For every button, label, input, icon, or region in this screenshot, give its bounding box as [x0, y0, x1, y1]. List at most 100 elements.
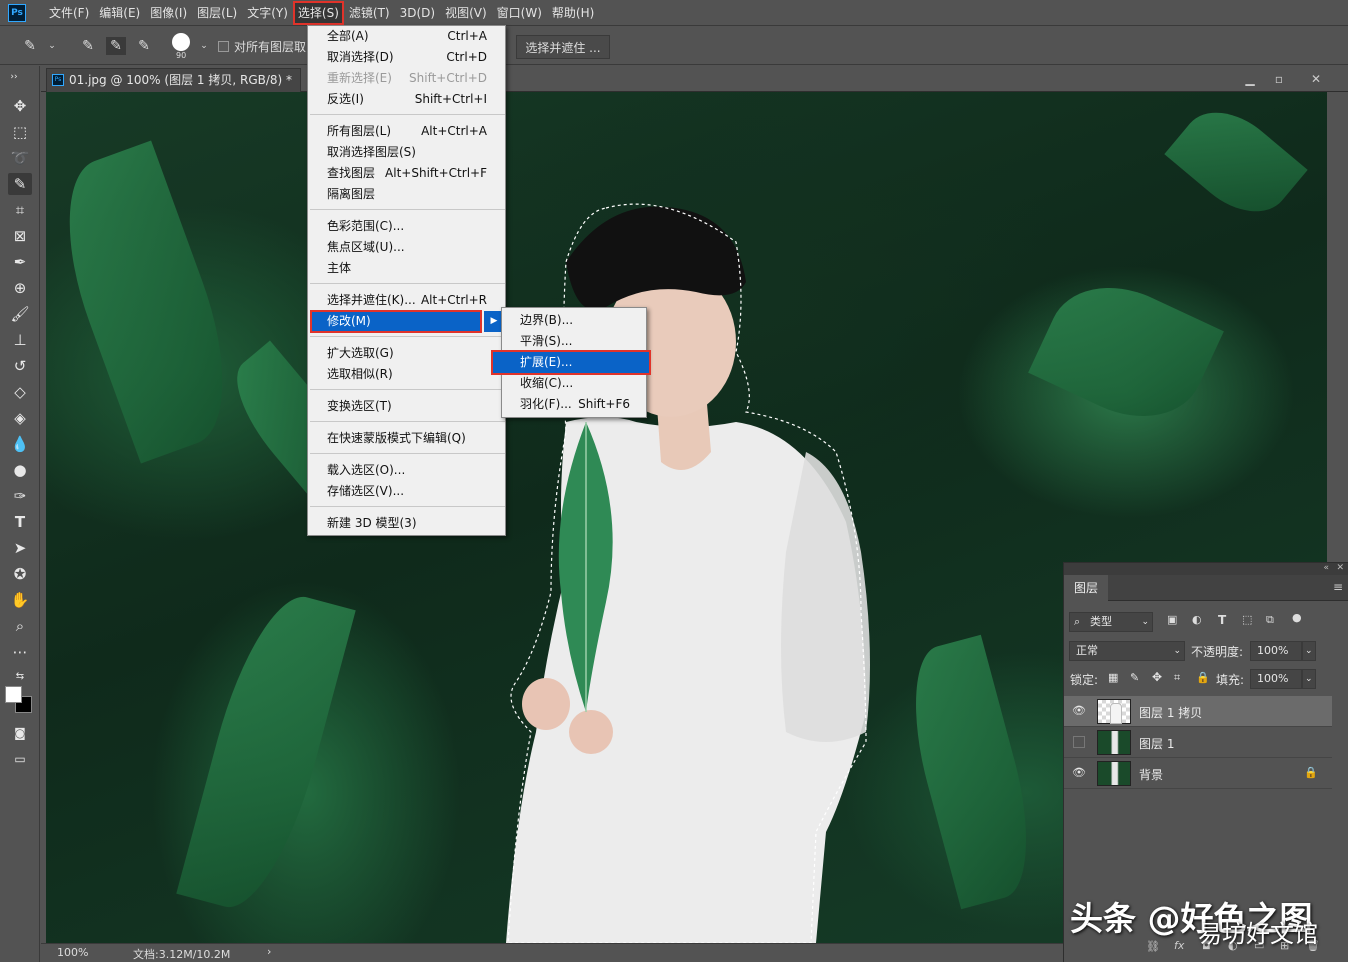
- submenu-item-border[interactable]: 边界(B)...: [502, 310, 646, 331]
- menu-type[interactable]: 文字(Y): [242, 1, 293, 25]
- menu-item-inverse[interactable]: 反选(I) Shift+Ctrl+I: [308, 89, 505, 110]
- quick-mask-icon[interactable]: ◙: [8, 722, 32, 744]
- move-tool-icon[interactable]: ✥: [8, 95, 32, 117]
- path-selection-tool-icon[interactable]: ➤: [8, 537, 32, 559]
- status-arrow-icon[interactable]: ›: [267, 945, 271, 958]
- menu-item-color-range[interactable]: 色彩范围(C)...: [308, 216, 505, 237]
- quick-selection-tool-icon[interactable]: ✎: [8, 173, 32, 195]
- lasso-tool-icon[interactable]: ➰: [8, 147, 32, 169]
- visibility-eye-icon[interactable]: 👁: [1072, 704, 1086, 718]
- sample-all-layers-checkbox[interactable]: [218, 41, 229, 52]
- pen-tool-icon[interactable]: ✑: [8, 485, 32, 507]
- visibility-toggle-empty[interactable]: [1073, 736, 1085, 748]
- hand-tool-icon[interactable]: ✋: [8, 589, 32, 611]
- blend-mode-select[interactable]: 正常 ⌄: [1069, 641, 1185, 661]
- healing-brush-tool-icon[interactable]: ⊕: [8, 277, 32, 299]
- dodge-tool-icon[interactable]: ●: [8, 459, 32, 481]
- brush-tool-icon[interactable]: 🖌: [8, 303, 32, 325]
- filter-toggle-icon[interactable]: ●: [1292, 611, 1302, 624]
- select-and-mask-button[interactable]: 选择并遮住 ...: [516, 35, 610, 59]
- eyedropper-tool-icon[interactable]: ✒: [8, 251, 32, 273]
- history-brush-tool-icon[interactable]: ↺: [8, 355, 32, 377]
- brush-chevron-down-icon[interactable]: ⌄: [194, 37, 214, 55]
- paint-bucket-tool-icon[interactable]: ◈: [8, 407, 32, 429]
- lock-pixels-icon[interactable]: ✎: [1130, 671, 1139, 684]
- menu-item-find-layers[interactable]: 查找图层 Alt+Shift+Ctrl+F: [308, 163, 505, 184]
- menu-item-focus-area[interactable]: 焦点区域(U)...: [308, 237, 505, 258]
- menu-layer[interactable]: 图层(L): [192, 1, 242, 25]
- frame-tool-icon[interactable]: ⊠: [8, 225, 32, 247]
- layer-name[interactable]: 图层 1 拷贝: [1139, 704, 1202, 721]
- menu-filter[interactable]: 滤镜(T): [344, 1, 395, 25]
- link-icon[interactable]: ⛓: [1146, 940, 1160, 953]
- menu-item-quick-mask[interactable]: 在快速蒙版模式下编辑(Q): [308, 428, 505, 449]
- visibility-eye-icon[interactable]: 👁: [1072, 766, 1086, 780]
- filter-adjustment-icon[interactable]: ◐: [1192, 613, 1202, 626]
- submenu-item-expand[interactable]: 扩展(E)...: [491, 350, 651, 375]
- collapse-icon[interactable]: ››: [2, 66, 26, 88]
- collapse-panel-icon[interactable]: «: [1323, 563, 1329, 573]
- shape-tool-icon[interactable]: ✪: [8, 563, 32, 585]
- close-icon[interactable]: ✕: [1307, 70, 1325, 88]
- new-selection-icon[interactable]: ✎: [78, 37, 98, 55]
- maximize-icon[interactable]: ▫: [1270, 70, 1288, 88]
- menu-view[interactable]: 视图(V): [440, 1, 492, 25]
- layer-name[interactable]: 背景: [1139, 766, 1163, 783]
- layer-row[interactable]: 图层 1: [1064, 727, 1332, 758]
- menu-item-transform-selection[interactable]: 变换选区(T): [308, 396, 505, 417]
- zoom-tool-icon[interactable]: ⌕: [8, 615, 32, 637]
- menu-item-grow[interactable]: 扩大选取(G): [308, 343, 505, 364]
- menu-item-all-layers[interactable]: 所有图层(L) Alt+Ctrl+A: [308, 121, 505, 142]
- add-to-selection-icon[interactable]: ✎: [106, 37, 126, 55]
- layer-name[interactable]: 图层 1: [1139, 735, 1174, 752]
- menu-item-isolate-layers[interactable]: 隔离图层: [308, 184, 505, 205]
- eraser-tool-icon[interactable]: ◇: [8, 381, 32, 403]
- screen-mode-icon[interactable]: ▭: [8, 748, 32, 770]
- clone-stamp-tool-icon[interactable]: ⊥: [8, 329, 32, 351]
- brush-preview-icon[interactable]: [172, 33, 190, 51]
- menu-item-modify[interactable]: 修改(M): [310, 310, 482, 333]
- menu-help[interactable]: 帮助(H): [547, 1, 599, 25]
- menu-item-deselect-layers[interactable]: 取消选择图层(S): [308, 142, 505, 163]
- subtract-from-selection-icon[interactable]: ✎: [134, 37, 154, 55]
- menu-item-deselect[interactable]: 取消选择(D) Ctrl+D: [308, 47, 505, 68]
- menu-image[interactable]: 图像(I): [145, 1, 192, 25]
- close-panel-icon[interactable]: ✕: [1336, 563, 1344, 573]
- submenu-item-feather[interactable]: 羽化(F)... Shift+F6: [502, 394, 646, 415]
- menu-item-subject[interactable]: 主体: [308, 258, 505, 279]
- layer-filter-select[interactable]: ⌕ 类型 ⌄: [1069, 612, 1153, 632]
- filter-type-icon[interactable]: T: [1218, 613, 1226, 627]
- opacity-chevron-icon[interactable]: ⌄: [1302, 641, 1316, 661]
- chevron-down-icon[interactable]: ⌄: [42, 37, 62, 55]
- menu-3d[interactable]: 3D(D): [395, 1, 440, 25]
- menu-file[interactable]: 文件(F): [44, 1, 94, 25]
- lock-all-icon[interactable]: 🔒: [1196, 671, 1210, 684]
- lock-transparent-icon[interactable]: ▦: [1108, 671, 1118, 684]
- menu-item-select-and-mask[interactable]: 选择并遮住(K)... Alt+Ctrl+R: [308, 290, 505, 311]
- document-tab[interactable]: Ps 01.jpg @ 100% (图层 1 拷贝, RGB/8) *: [46, 68, 302, 92]
- vertical-scrollbar[interactable]: [1328, 92, 1348, 562]
- foreground-color-swatch[interactable]: [5, 686, 22, 703]
- swap-colors-icon[interactable]: ⇆: [8, 666, 32, 688]
- crop-tool-icon[interactable]: ⌗: [8, 199, 32, 221]
- lock-position-icon[interactable]: ✥: [1152, 670, 1162, 684]
- filter-pixel-icon[interactable]: ▣: [1167, 613, 1177, 626]
- menu-item-new-3d-model[interactable]: 新建 3D 模型(3): [308, 513, 505, 534]
- quick-selection-preset-icon[interactable]: ✎: [20, 37, 40, 55]
- submenu-item-smooth[interactable]: 平滑(S)...: [502, 331, 646, 352]
- zoom-level[interactable]: 100%: [57, 946, 88, 959]
- more-tools-icon[interactable]: ⋯: [8, 641, 32, 663]
- fx-icon[interactable]: fx: [1174, 939, 1184, 952]
- opacity-input[interactable]: 100%: [1250, 641, 1302, 661]
- tab-layers[interactable]: 图层: [1064, 575, 1109, 601]
- minimize-icon[interactable]: ▁: [1241, 70, 1259, 88]
- marquee-tool-icon[interactable]: ⬚: [8, 121, 32, 143]
- layer-row[interactable]: 👁 图层 1 拷贝: [1064, 696, 1332, 727]
- panel-menu-icon[interactable]: ≡: [1333, 580, 1343, 594]
- blur-tool-icon[interactable]: 💧: [8, 433, 32, 455]
- menu-item-select-all[interactable]: 全部(A) Ctrl+A: [308, 26, 505, 47]
- layer-row[interactable]: 👁 背景 🔒: [1064, 758, 1332, 789]
- fill-input[interactable]: 100%: [1250, 669, 1302, 689]
- filter-smart-object-icon[interactable]: ⧉: [1266, 613, 1274, 627]
- fill-chevron-icon[interactable]: ⌄: [1302, 669, 1316, 689]
